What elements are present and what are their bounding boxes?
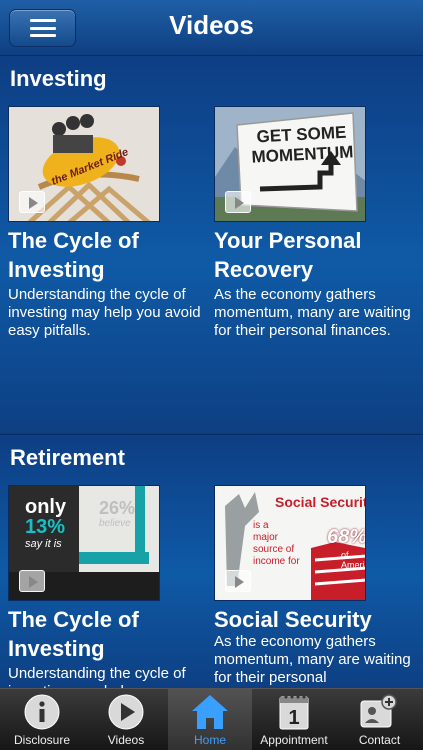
section-title: Investing [10, 66, 107, 91]
thumb-caption: is a major source of income for [253, 520, 300, 567]
tab-disclosure[interactable]: Disclosure [0, 689, 84, 750]
thumb-caption: GET SOME MOMENTUM [251, 122, 354, 167]
video-thumbnail[interactable]: only 13% say it is 26% believe [8, 485, 160, 601]
video-description: As the economy gathers momentum, many ar… [214, 286, 411, 339]
nav-bar: Videos [0, 0, 423, 56]
page-title: Videos [169, 10, 254, 40]
section-investing: Investing the Market Ride The Cycle of I… [0, 56, 423, 433]
video-description: Understanding the cycle of investing may… [8, 286, 201, 339]
video-title: The Cycle of Investing [8, 607, 139, 661]
info-icon [24, 694, 60, 730]
tab-label: Home [193, 733, 226, 747]
tab-label: Appointment [260, 733, 328, 747]
video-description: As the economy gathers momentum, many ar… [214, 633, 411, 686]
tab-videos[interactable]: Videos [84, 689, 168, 750]
play-icon [19, 570, 45, 592]
tab-appointment[interactable]: 1 Appointment [252, 689, 336, 750]
svg-text:1: 1 [288, 707, 299, 729]
tab-label: Videos [107, 733, 145, 747]
play-icon [19, 191, 45, 213]
video-title: Your Personal Recovery [214, 228, 362, 282]
section-retirement: Retirement only 13% say it is 26% believ… [0, 434, 423, 688]
calendar-icon: 1 [279, 695, 309, 730]
thumb-caption: believe [99, 518, 131, 529]
video-description: Understanding the cycle of investing may… [8, 665, 186, 688]
video-card[interactable]: GET SOME MOMENTUM Your Personal Recovery… [214, 106, 419, 426]
thumb-caption: 13% [25, 516, 66, 538]
play-icon [108, 694, 144, 730]
thumb-caption: 68% [327, 526, 366, 548]
add-contact-icon [360, 694, 397, 728]
video-title: Social Security [214, 607, 372, 632]
video-card[interactable]: the Market Ride The Cycle of Investing U… [8, 106, 213, 426]
video-thumbnail[interactable]: the Market Ride [8, 106, 160, 222]
home-icon [192, 695, 228, 729]
thumb-caption: say it is [25, 538, 62, 550]
video-card[interactable]: only 13% say it is 26% believe The Cycle… [8, 485, 213, 688]
thumb-caption: Social Securit [275, 494, 366, 510]
thumb-caption: of Americ [341, 550, 365, 570]
thumb-caption: 26% [99, 498, 136, 518]
section-title: Retirement [10, 445, 125, 470]
tab-label: Contact [358, 733, 401, 747]
tab-contact[interactable]: Contact [336, 689, 423, 750]
play-icon [225, 191, 251, 213]
video-thumbnail[interactable]: GET SOME MOMENTUM [214, 106, 366, 222]
tab-home[interactable]: Home [168, 689, 252, 750]
video-thumbnail[interactable]: Social Securit is a major source of inco… [214, 485, 366, 601]
tab-label: Disclosure [13, 733, 70, 747]
video-title: The Cycle of Investing [8, 228, 139, 282]
tab-bar: Disclosure Videos Home 1 Appointment Con… [0, 688, 423, 750]
play-icon [225, 570, 251, 592]
video-card[interactable]: Social Securit is a major source of inco… [214, 485, 419, 688]
